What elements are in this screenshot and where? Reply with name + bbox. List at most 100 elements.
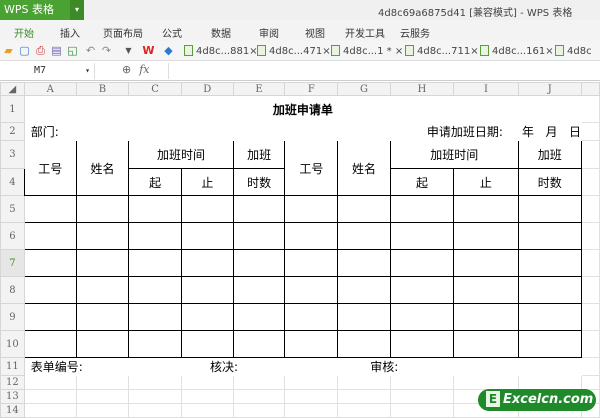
form-cell[interactable]	[23, 303, 77, 331]
form-cell[interactable]	[337, 330, 391, 358]
form-cell[interactable]	[284, 303, 339, 331]
menu-cloud[interactable]: 云服务	[400, 25, 430, 40]
chevron-down-icon[interactable]: ▼	[122, 44, 135, 57]
doc-tab[interactable]: 4d8c...711×	[405, 45, 479, 57]
print-icon[interactable]: ▤	[50, 44, 63, 57]
menu-home[interactable]: 开始	[14, 25, 34, 40]
export-pdf-icon[interactable]: ⎙	[34, 44, 47, 57]
chevron-down-icon[interactable]: ▾	[85, 63, 90, 79]
menu-review[interactable]: 审阅	[259, 25, 279, 40]
column-header[interactable]: A	[23, 82, 77, 96]
form-cell[interactable]	[75, 222, 130, 250]
header-id[interactable]: 工号	[284, 140, 339, 196]
fx-icon[interactable]: fx	[139, 63, 149, 76]
redo-icon[interactable]: ↷	[100, 44, 113, 57]
row-header[interactable]: 7	[0, 249, 25, 277]
doc-tab[interactable]: 4d8c	[555, 45, 592, 57]
header-end[interactable]: 止	[453, 168, 519, 196]
row-header[interactable]: 11	[0, 357, 25, 376]
form-cell[interactable]	[453, 222, 519, 250]
form-cell[interactable]	[232, 195, 286, 223]
form-number-label[interactable]: 表单编号:	[23, 357, 182, 376]
chevron-down-icon[interactable]: ▾	[70, 0, 84, 20]
column-header[interactable]: B	[75, 82, 130, 96]
form-title[interactable]: 加班申请单	[23, 95, 582, 123]
menu-developer[interactable]: 开发工具	[345, 25, 385, 40]
form-cell[interactable]	[284, 195, 339, 223]
form-cell[interactable]	[389, 276, 455, 304]
menu-insert[interactable]: 插入	[60, 25, 80, 40]
menu-page-layout[interactable]: 页面布局	[103, 25, 143, 40]
cell[interactable]	[580, 330, 600, 358]
doc-tab[interactable]: 4d8c...881×	[184, 45, 258, 57]
column-header[interactable]: F	[284, 82, 339, 96]
doc-tab[interactable]: 4d8c...161×	[480, 45, 554, 57]
form-cell[interactable]	[180, 276, 234, 304]
form-cell[interactable]	[232, 303, 286, 331]
header-overtime-period[interactable]: 加班时间	[389, 140, 519, 169]
row-header[interactable]: 4	[0, 168, 25, 196]
form-cell[interactable]	[284, 222, 339, 250]
zoom-search-icon[interactable]: ⊕	[122, 63, 131, 76]
app-menu-button[interactable]: WPS 表格 ▾	[0, 0, 84, 20]
open-icon[interactable]: ▰	[2, 44, 15, 57]
formula-input[interactable]	[168, 63, 600, 79]
cube-icon[interactable]: ◆	[162, 44, 175, 57]
header-overtime[interactable]: 加班	[232, 140, 286, 169]
form-cell[interactable]	[337, 249, 391, 277]
column-header[interactable]: J	[517, 82, 582, 96]
cell[interactable]	[580, 276, 600, 304]
row-header[interactable]: 2	[0, 122, 25, 141]
header-start[interactable]: 起	[389, 168, 455, 196]
name-box[interactable]: M7 ▾	[0, 63, 95, 79]
form-cell[interactable]	[232, 249, 286, 277]
header-hours[interactable]: 时数	[232, 168, 286, 196]
row-header[interactable]: 3	[0, 140, 25, 169]
form-cell[interactable]	[75, 276, 130, 304]
cell[interactable]	[580, 195, 600, 223]
form-cell[interactable]	[453, 330, 519, 358]
cell[interactable]	[580, 222, 600, 250]
approve-label[interactable]: 核决:	[180, 357, 339, 376]
column-header[interactable]: G	[337, 82, 391, 96]
form-cell[interactable]	[23, 195, 77, 223]
spreadsheet-grid[interactable]: ◢ A B C D E F G H I J 1 加班申请单 2 部门: 申请加班…	[0, 82, 600, 418]
form-cell[interactable]	[517, 276, 582, 304]
form-cell[interactable]	[75, 303, 130, 331]
form-cell[interactable]	[232, 222, 286, 250]
form-cell[interactable]	[517, 330, 582, 358]
form-cell[interactable]	[232, 276, 286, 304]
row-header[interactable]: 8	[0, 276, 25, 304]
form-cell[interactable]	[284, 276, 339, 304]
column-header[interactable]: E	[232, 82, 286, 96]
doc-tab[interactable]: 4d8c...471×	[257, 45, 331, 57]
save-icon[interactable]: ▢	[18, 44, 31, 57]
form-cell[interactable]	[75, 330, 130, 358]
header-overtime-period[interactable]: 加班时间	[128, 140, 234, 169]
column-header[interactable]: D	[180, 82, 234, 96]
form-cell[interactable]	[128, 222, 182, 250]
select-all-corner[interactable]: ◢	[0, 82, 25, 96]
header-overtime[interactable]: 加班	[517, 140, 582, 169]
form-cell[interactable]	[284, 330, 339, 358]
form-cell[interactable]	[128, 330, 182, 358]
column-header[interactable]: I	[453, 82, 519, 96]
form-cell[interactable]	[453, 303, 519, 331]
form-cell[interactable]	[23, 276, 77, 304]
dept-label[interactable]: 部门:	[23, 122, 130, 141]
form-cell[interactable]	[453, 276, 519, 304]
form-cell[interactable]	[517, 249, 582, 277]
form-cell[interactable]	[180, 303, 234, 331]
form-cell[interactable]	[180, 330, 234, 358]
form-cell[interactable]	[453, 249, 519, 277]
header-id[interactable]: 工号	[23, 140, 77, 196]
form-cell[interactable]	[389, 303, 455, 331]
header-hours[interactable]: 时数	[517, 168, 582, 196]
header-name[interactable]: 姓名	[75, 140, 130, 196]
form-cell[interactable]	[128, 195, 182, 223]
wps-icon[interactable]: W	[142, 44, 155, 57]
form-cell[interactable]	[517, 303, 582, 331]
undo-icon[interactable]: ↶	[84, 44, 97, 57]
form-cell[interactable]	[23, 222, 77, 250]
row-header[interactable]: 1	[0, 95, 25, 123]
